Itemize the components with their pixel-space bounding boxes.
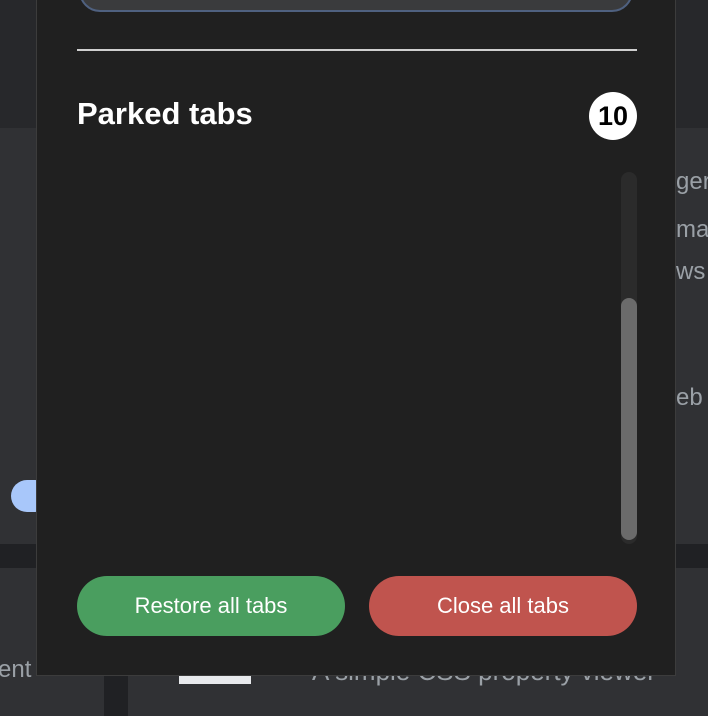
background-text-fragment: ger	[676, 168, 708, 195]
scrollbar-thumb[interactable]	[621, 298, 637, 540]
background-text-fragment: ent	[0, 656, 32, 683]
close-all-tabs-button[interactable]: Close all tabs	[369, 576, 637, 636]
divider	[77, 49, 637, 51]
restore-all-tabs-button[interactable]: Restore all tabs	[77, 576, 345, 636]
background-thumbnail	[179, 676, 251, 684]
popup-title: Parked tabs	[77, 96, 253, 131]
parked-tabs-popup: Parked tabs 10 Restore all tabs Close al…	[36, 0, 676, 676]
background-text-fragment: ma	[676, 216, 708, 243]
parked-tab-list[interactable]	[77, 172, 637, 544]
tab-count-badge: 10	[589, 92, 637, 140]
search-field[interactable]	[79, 0, 633, 12]
background-text-fragment: ws	[676, 258, 706, 285]
background-text-fragment: eb	[676, 384, 703, 411]
